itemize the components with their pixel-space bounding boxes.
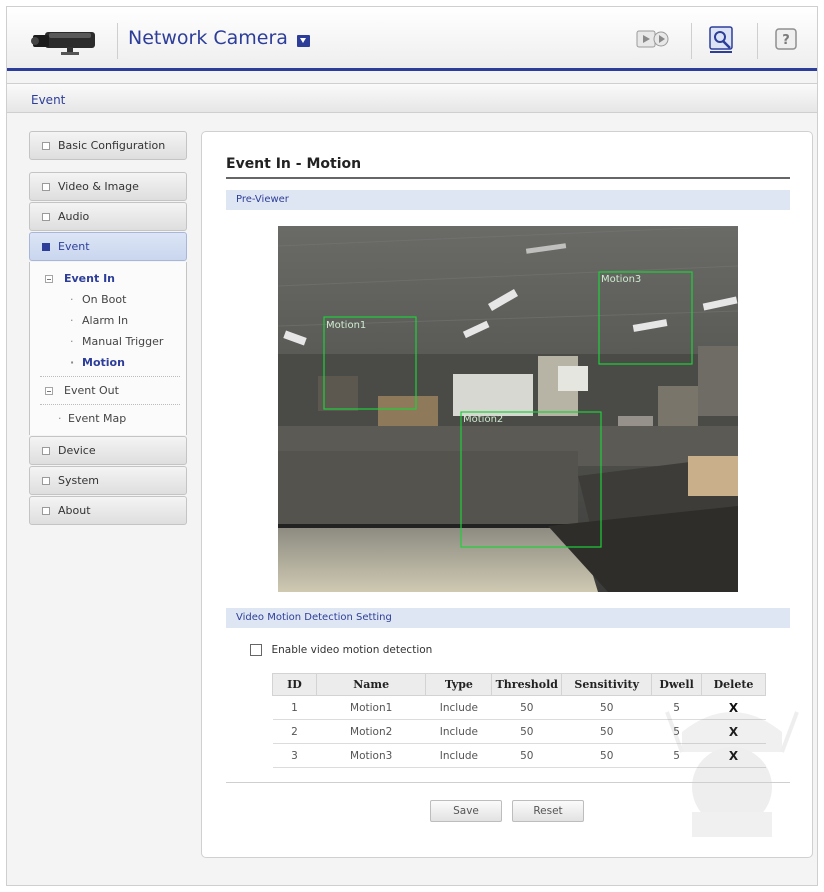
motion-region-label: Motion1 (326, 320, 366, 331)
cell-threshold: 50 (491, 719, 562, 744)
cell-name: Motion1 (316, 695, 426, 720)
cell-sensitivity: 50 (561, 719, 652, 744)
breadcrumb-bar: Event (7, 83, 817, 113)
submenu-event-in[interactable]: Event In (40, 268, 180, 289)
cell-id: 2 (272, 719, 317, 744)
submenu-label: Event Out (64, 384, 119, 397)
cell-name: Motion3 (316, 743, 426, 768)
cell-threshold: 50 (491, 695, 562, 720)
sidebar-item-label: Device (58, 444, 96, 457)
chevron-down-icon[interactable] (297, 35, 310, 47)
sidebar: Basic Configuration Video & Image Audio … (29, 131, 187, 526)
motion-region-label: Motion3 (601, 274, 641, 285)
camera-watermark-icon (665, 711, 799, 837)
expand-icon (42, 447, 50, 455)
expand-icon (42, 183, 50, 191)
cell-id: 1 (272, 695, 317, 720)
motion-region-label: Motion2 (463, 414, 503, 425)
cell-sensitivity: 50 (561, 743, 652, 768)
sidebar-item-about[interactable]: About (29, 496, 187, 525)
cell-sensitivity: 50 (561, 695, 652, 720)
sidebar-item-device[interactable]: Device (29, 436, 187, 465)
column-header: ID (272, 673, 317, 696)
header-divider (757, 23, 758, 59)
expand-icon (42, 477, 50, 485)
submenu-manual-trigger[interactable]: Manual Trigger (40, 331, 180, 352)
submenu-event-map[interactable]: Event Map (40, 408, 180, 429)
app-frame: Network Camera ? Event Basic Configurati… (6, 6, 818, 886)
top-header: Network Camera ? (7, 7, 817, 71)
section-header-previewer: Pre-Viewer (226, 190, 790, 210)
sidebar-item-video-image[interactable]: Video & Image (29, 172, 187, 201)
submenu-event-out[interactable]: Event Out (40, 380, 180, 401)
sidebar-item-system[interactable]: System (29, 466, 187, 495)
cell-name: Motion2 (316, 719, 426, 744)
enable-checkbox[interactable] (250, 644, 262, 656)
expand-icon (42, 507, 50, 515)
submenu-label: Event In (64, 272, 115, 285)
header-divider (117, 23, 118, 59)
sidebar-item-label: Audio (58, 210, 90, 223)
column-header: Threshold (491, 673, 563, 696)
main-content: Event In - Motion Pre-Viewer Motion1 Mot… (201, 131, 813, 858)
reset-button[interactable]: Reset (512, 800, 584, 822)
enable-label: Enable video motion detection (271, 644, 433, 656)
camera-preview[interactable]: Motion1 Motion2 Motion3 (278, 226, 738, 592)
column-header: Sensitivity (561, 673, 653, 696)
divider (40, 376, 180, 377)
submenu-alarm-in[interactable]: Alarm In (40, 310, 180, 331)
column-header: Type (425, 673, 493, 696)
cell-type: Include (425, 695, 492, 720)
column-header: Name (315, 673, 427, 696)
sidebar-item-label: Basic Configuration (58, 139, 166, 152)
cell-threshold: 50 (491, 743, 562, 768)
submenu-label: Alarm In (82, 314, 129, 327)
save-button[interactable]: Save (430, 800, 502, 822)
submenu-label: Event Map (68, 412, 127, 425)
expand-icon (42, 142, 50, 150)
breadcrumb[interactable]: Event (31, 93, 65, 107)
sidebar-item-label: Video & Image (58, 180, 139, 193)
help-icon[interactable]: ? (769, 25, 805, 55)
divider (40, 404, 180, 405)
submenu-label: Motion (82, 356, 125, 369)
cell-id: 3 (272, 743, 317, 768)
submenu-motion[interactable]: Motion (40, 352, 180, 373)
cell-type: Include (425, 719, 492, 744)
enable-motion-detection[interactable]: Enable video motion detection (250, 643, 432, 656)
page-title: Event In - Motion (226, 156, 790, 179)
camera-logo-icon (31, 32, 95, 55)
sidebar-item-label: About (58, 504, 91, 517)
cell-type: Include (425, 743, 492, 768)
submenu-label: On Boot (82, 293, 127, 306)
header-divider (691, 23, 692, 59)
collapse-icon (45, 275, 53, 283)
expand-icon (42, 213, 50, 221)
sidebar-item-event[interactable]: Event (29, 232, 187, 261)
event-submenu: Event In On Boot Alarm In Manual Trigger… (29, 262, 187, 435)
svg-text:?: ? (782, 33, 790, 48)
sidebar-item-basic-configuration[interactable]: Basic Configuration (29, 131, 187, 160)
section-header-vmd: Video Motion Detection Setting (226, 608, 790, 628)
submenu-on-boot[interactable]: On Boot (40, 289, 180, 310)
app-title: Network Camera (128, 27, 288, 49)
sidebar-item-audio[interactable]: Audio (29, 202, 187, 231)
expand-icon (42, 243, 50, 251)
setup-icon[interactable] (704, 25, 740, 55)
live-view-icon[interactable] (635, 25, 671, 55)
submenu-label: Manual Trigger (82, 335, 164, 348)
divider (226, 782, 790, 783)
sidebar-item-label: System (58, 474, 100, 487)
sidebar-item-label: Event (58, 240, 90, 253)
expand-icon (45, 387, 53, 395)
